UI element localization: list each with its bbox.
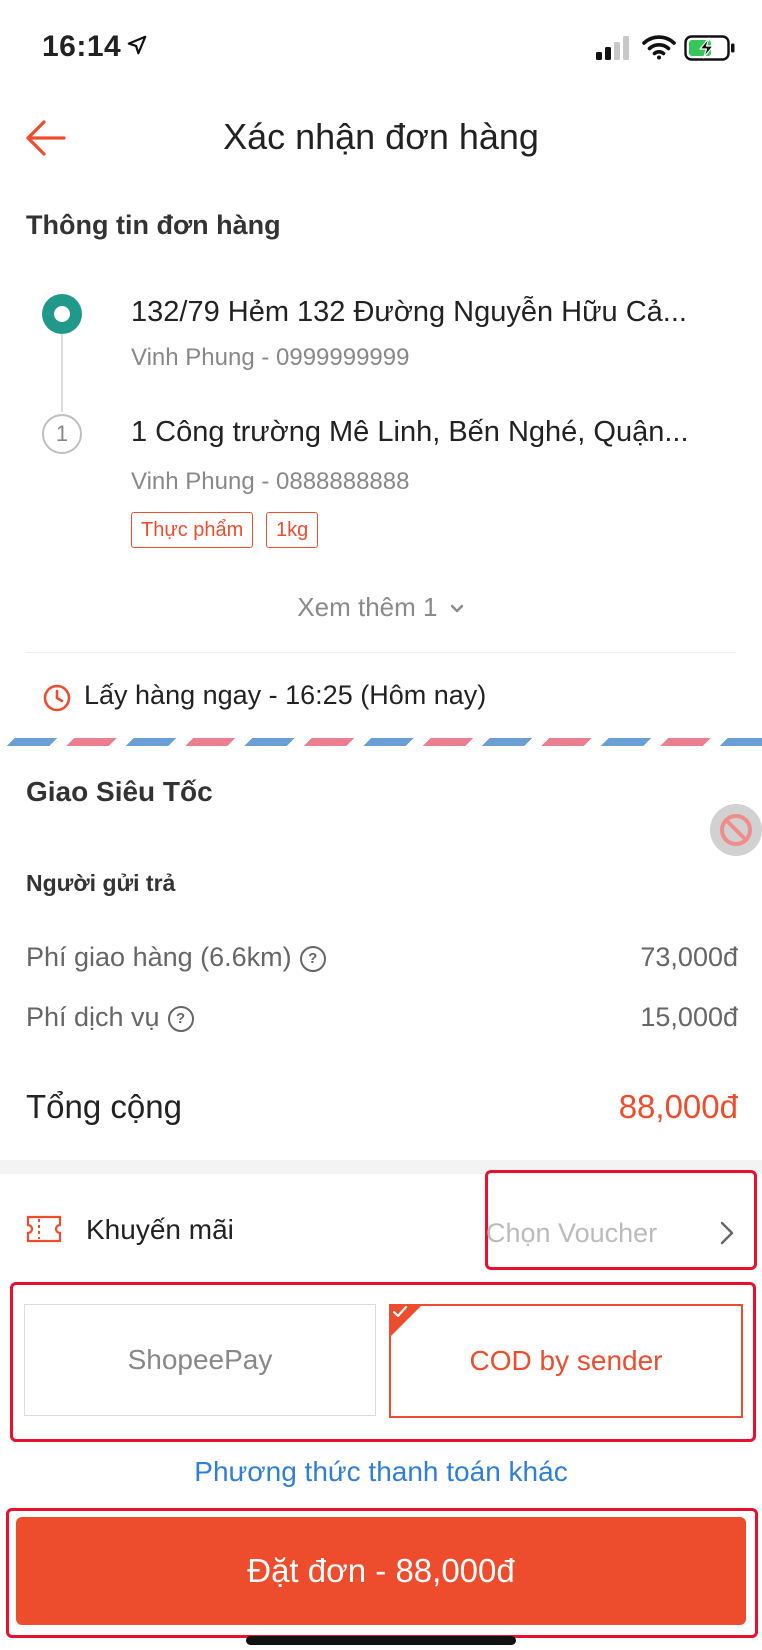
choose-voucher-button[interactable]: Chọn Voucher (486, 1212, 736, 1254)
location-arrow-icon (127, 35, 147, 55)
pickup-contact: Vinh Phung - 0999999999 (131, 344, 410, 371)
payment-option-shopeepay[interactable]: ShopeePay (24, 1304, 376, 1416)
other-payment-methods-link[interactable]: Phương thức thanh toán khác (0, 1456, 762, 1488)
service-fee-label: Phí dịch vụ? (26, 1002, 194, 1033)
place-order-button[interactable]: Đặt đơn - 88,000đ (16, 1517, 746, 1625)
clock-icon (43, 684, 71, 712)
dropoff-marker-icon: 1 (42, 414, 82, 454)
service-name: Giao Siêu Tốc (26, 776, 213, 807)
total-value: 88,000đ (618, 1088, 738, 1125)
page-title: Xác nhận đơn hàng (223, 116, 539, 157)
home-indicator (246, 1636, 516, 1645)
battery-charging-icon (684, 35, 735, 61)
payer-label: Người gửi trả (26, 870, 176, 896)
chevron-down-icon (450, 604, 463, 613)
payment-option-cod[interactable]: COD by sender (389, 1304, 743, 1418)
dropoff-contact: Vinh Phung - 0888888888 (131, 468, 410, 495)
checkmark-icon (392, 1305, 408, 1318)
chevron-right-icon (720, 1221, 734, 1245)
signal-icon (596, 36, 629, 60)
service-fee-value: 15,000đ (640, 1002, 738, 1032)
voucher-placeholder: Chọn Voucher (486, 1217, 658, 1248)
status-time: 16:14 (42, 30, 122, 63)
ticket-icon (26, 1215, 62, 1243)
shipping-fee-value: 73,000đ (640, 942, 738, 972)
wifi-icon (642, 35, 676, 60)
service-fee-text: Phí dịch vụ (26, 1002, 160, 1032)
no-entry-icon[interactable] (710, 804, 762, 856)
shipping-fee-text: Phí giao hàng (6.6km) (26, 942, 292, 972)
see-more-link[interactable]: Xem thêm 1 (0, 592, 762, 623)
shipping-fee-label: Phí giao hàng (6.6km)? (26, 942, 326, 973)
route-line (61, 334, 63, 412)
order-info-title: Thông tin đơn hàng (26, 210, 281, 240)
see-more-label: Xem thêm 1 (297, 592, 438, 622)
dropoff-address[interactable]: 1 Công trường Mê Linh, Bến Nghé, Quận... (131, 416, 689, 449)
promotion-label: Khuyến mãi (86, 1214, 234, 1245)
help-icon[interactable]: ? (299, 945, 326, 972)
tag-weight: 1kg (266, 512, 319, 548)
divider (26, 652, 736, 653)
tag-goods-type: Thực phẩm (131, 512, 254, 548)
pickup-marker-icon (42, 294, 82, 334)
pickup-time: Lấy hàng ngay - 16:25 (Hôm nay) (84, 680, 487, 710)
pickup-address[interactable]: 132/79 Hẻm 132 Đường Nguyễn Hữu Cả... (131, 296, 687, 329)
help-icon[interactable]: ? (167, 1005, 194, 1032)
total-label: Tổng cộng (26, 1088, 182, 1125)
airmail-divider (0, 738, 762, 746)
